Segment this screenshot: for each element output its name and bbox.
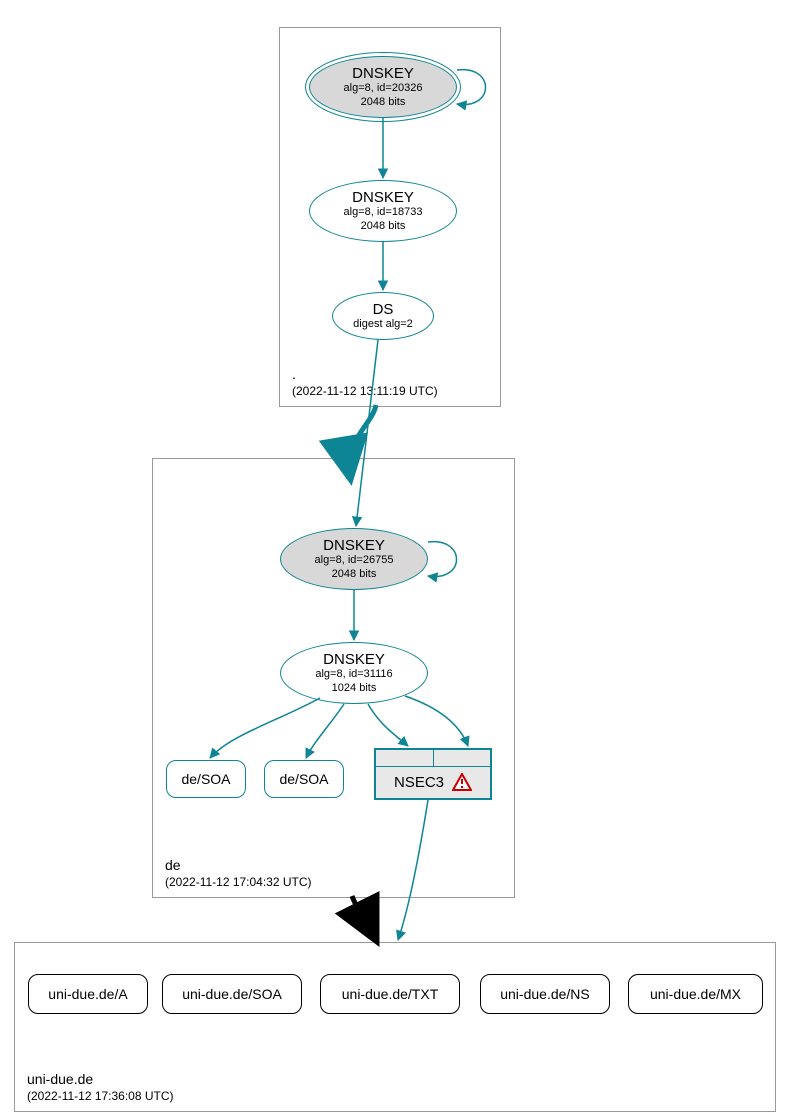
uni-soa-node: uni-due.de/SOA (162, 974, 302, 1014)
de-zsk-line2: 1024 bits (332, 682, 377, 695)
zone-de-label: de (2022-11-12 17:04:32 UTC) (165, 857, 312, 889)
de-ksk-line1: alg=8, id=26755 (315, 554, 394, 567)
zone-uni-timestamp: (2022-11-12 17:36:08 UTC) (27, 1089, 174, 1103)
root-ksk-node: DNSKEY alg=8, id=20326 2048 bits (309, 56, 457, 118)
root-zsk-line1: alg=8, id=18733 (344, 206, 423, 219)
warning-icon (452, 773, 472, 791)
nsec3-tab-row (376, 750, 490, 767)
zone-uni-name: uni-due.de (27, 1071, 93, 1087)
zone-root-label: . (2022-11-12 13:11:19 UTC) (292, 366, 438, 398)
uni-mx-node: uni-due.de/MX (628, 974, 763, 1014)
de-zsk-title: DNSKEY (323, 651, 385, 668)
de-nsec3-label: NSEC3 (394, 774, 444, 791)
de-zsk-node: DNSKEY alg=8, id=31116 1024 bits (280, 642, 428, 704)
de-ksk-title: DNSKEY (323, 537, 385, 554)
de-soa2-node: de/SOA (264, 760, 344, 798)
de-soa2-label: de/SOA (279, 771, 328, 787)
zone-root-name: . (292, 366, 296, 382)
uni-txt-node: uni-due.de/TXT (320, 974, 460, 1014)
uni-soa-label: uni-due.de/SOA (182, 986, 282, 1002)
zone-root-timestamp: (2022-11-12 13:11:19 UTC) (292, 384, 438, 398)
zone-uni-due: uni-due.de (2022-11-12 17:36:08 UTC) (14, 942, 776, 1112)
root-ds-title: DS (373, 301, 394, 318)
zone-de-timestamp: (2022-11-12 17:04:32 UTC) (165, 875, 312, 889)
root-zsk-node: DNSKEY alg=8, id=18733 2048 bits (309, 180, 457, 242)
uni-a-label: uni-due.de/A (48, 986, 127, 1002)
zone-uni-label: uni-due.de (2022-11-12 17:36:08 UTC) (27, 1071, 174, 1103)
uni-ns-label: uni-due.de/NS (500, 986, 590, 1002)
de-nsec3-node: NSEC3 (374, 748, 492, 800)
root-zsk-title: DNSKEY (352, 189, 414, 206)
root-ksk-line2: 2048 bits (361, 96, 406, 109)
de-soa1-node: de/SOA (166, 760, 246, 798)
de-ksk-line2: 2048 bits (332, 568, 377, 581)
root-ds-node: DS digest alg=2 (332, 292, 434, 340)
root-zsk-line2: 2048 bits (361, 220, 406, 233)
uni-txt-label: uni-due.de/TXT (342, 986, 439, 1002)
root-ksk-title: DNSKEY (352, 65, 414, 82)
root-ds-line1: digest alg=2 (353, 318, 413, 331)
root-ksk-line1: alg=8, id=20326 (344, 82, 423, 95)
zone-de-name: de (165, 857, 181, 873)
uni-mx-label: uni-due.de/MX (650, 986, 741, 1002)
de-zsk-line1: alg=8, id=31116 (315, 668, 392, 681)
uni-ns-node: uni-due.de/NS (480, 974, 610, 1014)
uni-a-node: uni-due.de/A (28, 974, 148, 1014)
de-soa1-label: de/SOA (181, 771, 230, 787)
de-ksk-node: DNSKEY alg=8, id=26755 2048 bits (280, 528, 428, 590)
